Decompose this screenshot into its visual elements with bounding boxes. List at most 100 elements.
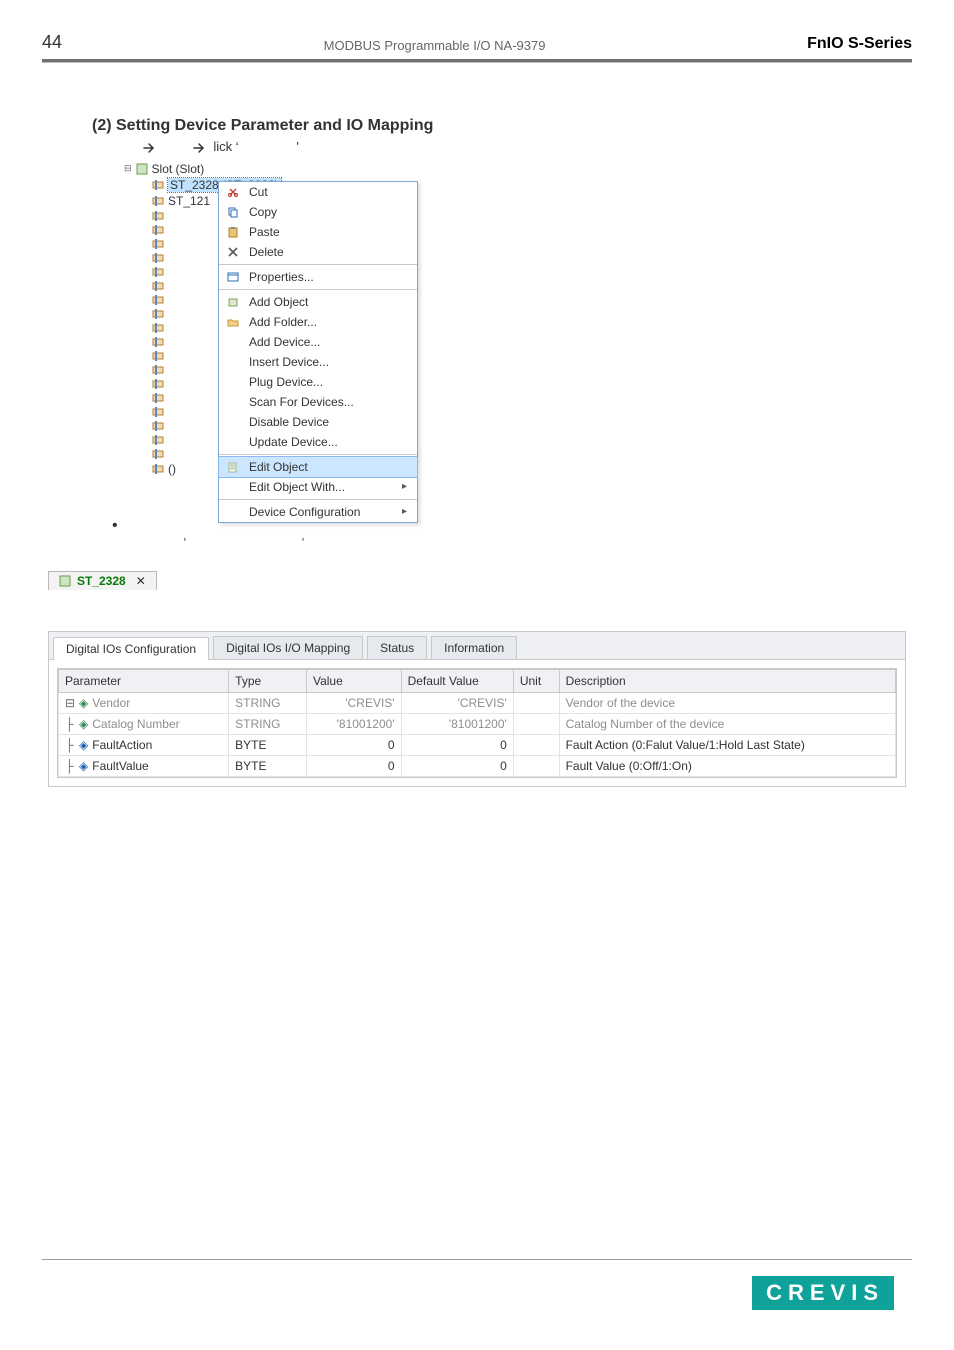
module-icon	[152, 224, 164, 236]
tab-digital-ios-i-o-mapping[interactable]: Digital IOs I/O Mapping	[213, 636, 363, 659]
slot-icon	[136, 163, 148, 175]
context-item[interactable]: Paste	[219, 222, 417, 242]
context-item[interactable]: Plug Device...	[219, 372, 417, 392]
context-item[interactable]: Disable Device	[219, 412, 417, 432]
context-label: Update Device...	[249, 435, 338, 449]
panel-title[interactable]: ST_2328 ✕	[48, 571, 157, 590]
context-separator	[219, 289, 417, 290]
page-number: 44	[42, 32, 62, 53]
module-icon	[152, 195, 164, 207]
paste-icon	[225, 226, 241, 238]
cell-type: BYTE	[229, 734, 307, 755]
module-icon	[152, 406, 164, 418]
module-icon	[152, 252, 164, 264]
cell-param: ├◈FaultAction	[59, 734, 229, 755]
context-label: Properties...	[249, 270, 314, 284]
context-item[interactable]: Delete	[219, 242, 417, 262]
tree-item-label: ()	[168, 462, 176, 476]
module-icon	[152, 448, 164, 460]
context-item[interactable]: Add Object	[219, 292, 417, 312]
tab-panel: Digital IOs ConfigurationDigital IOs I/O…	[48, 631, 906, 787]
tab-status[interactable]: Status	[367, 636, 427, 659]
tree-root-label: Slot (Slot)	[152, 162, 205, 176]
context-label: Add Object	[249, 295, 308, 309]
module-icon	[152, 420, 164, 432]
module-icon	[152, 308, 164, 320]
parameter-grid: ParameterTypeValueDefault ValueUnitDescr…	[57, 668, 897, 778]
context-label: Plug Device...	[249, 375, 323, 389]
module-icon	[152, 378, 164, 390]
module-icon	[152, 336, 164, 348]
context-item[interactable]: Scan For Devices...	[219, 392, 417, 412]
context-item[interactable]: Update Device...	[219, 432, 417, 452]
tab-information[interactable]: Information	[431, 636, 517, 659]
context-item[interactable]: Add Device...	[219, 332, 417, 352]
module-icon	[152, 294, 164, 306]
divider	[42, 62, 912, 63]
tree-root[interactable]: ⊟ Slot (Slot)	[124, 161, 454, 177]
module-icon	[152, 322, 164, 334]
module-icon	[152, 434, 164, 446]
context-item[interactable]: Insert Device...	[219, 352, 417, 372]
context-label: Delete	[249, 245, 284, 259]
folder-icon	[225, 316, 241, 328]
context-label: Add Folder...	[249, 315, 317, 329]
column-header[interactable]: Value	[306, 669, 401, 692]
submenu-arrow-icon: ▸	[402, 481, 407, 492]
context-item[interactable]: Properties...	[219, 267, 417, 287]
addobj-icon	[225, 296, 241, 308]
tabbar: Digital IOs ConfigurationDigital IOs I/O…	[49, 632, 905, 660]
copy-icon	[225, 206, 241, 218]
brand-logo: CREVIS	[752, 1276, 894, 1310]
module-icon	[152, 463, 164, 475]
cell-type: STRING	[229, 692, 307, 713]
context-item[interactable]: Add Folder...	[219, 312, 417, 332]
column-header[interactable]: Type	[229, 669, 307, 692]
context-item[interactable]: Device Configuration▸	[219, 502, 417, 522]
context-label: Copy	[249, 205, 277, 219]
edit-icon	[225, 461, 241, 473]
context-item[interactable]: Copy	[219, 202, 417, 222]
table-row[interactable]: ├◈FaultValueBYTE00Fault Value (0:Off/1:O…	[59, 755, 896, 776]
cell-desc: Catalog Number of the device	[559, 713, 895, 734]
cell-param: ⊟◈Vendor	[59, 692, 229, 713]
divider	[42, 1259, 912, 1260]
cell-param: ├◈FaultValue	[59, 755, 229, 776]
props-icon	[225, 271, 241, 283]
cell-value[interactable]: 0	[306, 734, 401, 755]
context-item[interactable]: Edit Object With... ▸	[219, 477, 417, 497]
context-separator	[219, 264, 417, 265]
cell-desc: Fault Value (0:Off/1:On)	[559, 755, 895, 776]
submenu-arrow-icon: ▸	[402, 506, 407, 517]
module-icon	[152, 210, 164, 222]
table-row[interactable]: ⊟◈VendorSTRING'CREVIS''CREVIS'Vendor of …	[59, 692, 896, 713]
panel-title-text: ST_2328	[77, 574, 126, 588]
context-menu: Cut Copy Paste Delete Properties... Add Objec…	[218, 181, 418, 523]
context-label: Cut	[249, 185, 268, 199]
column-header[interactable]: Unit	[513, 669, 559, 692]
context-label: Edit Object With...	[249, 480, 345, 494]
context-label: Edit Object	[249, 460, 308, 474]
context-item[interactable]: Cut	[219, 182, 417, 202]
cell-value[interactable]: 0	[306, 755, 401, 776]
context-item[interactable]: Edit Object	[219, 457, 417, 477]
column-header[interactable]: Default Value	[401, 669, 513, 692]
cell-default: '81001200'	[401, 713, 513, 734]
tab-digital-ios-configuration[interactable]: Digital IOs Configuration	[53, 637, 209, 660]
close-icon[interactable]: ✕	[136, 574, 146, 588]
cell-value: '81001200'	[306, 713, 401, 734]
table-row[interactable]: ├◈FaultActionBYTE00Fault Action (0:Falut…	[59, 734, 896, 755]
module-icon	[152, 179, 164, 191]
cell-desc: Fault Action (0:Falut Value/1:Hold Last …	[559, 734, 895, 755]
cell-unit	[513, 734, 559, 755]
column-header[interactable]: Parameter	[59, 669, 229, 692]
table-row[interactable]: ├◈Catalog NumberSTRING'81001200''8100120…	[59, 713, 896, 734]
column-header[interactable]: Description	[559, 669, 895, 692]
cell-unit	[513, 755, 559, 776]
context-separator	[219, 499, 417, 500]
context-label: Scan For Devices...	[249, 395, 354, 409]
module-icon	[152, 266, 164, 278]
delete-icon	[225, 246, 241, 258]
context-label: Insert Device...	[249, 355, 329, 369]
cell-type: BYTE	[229, 755, 307, 776]
